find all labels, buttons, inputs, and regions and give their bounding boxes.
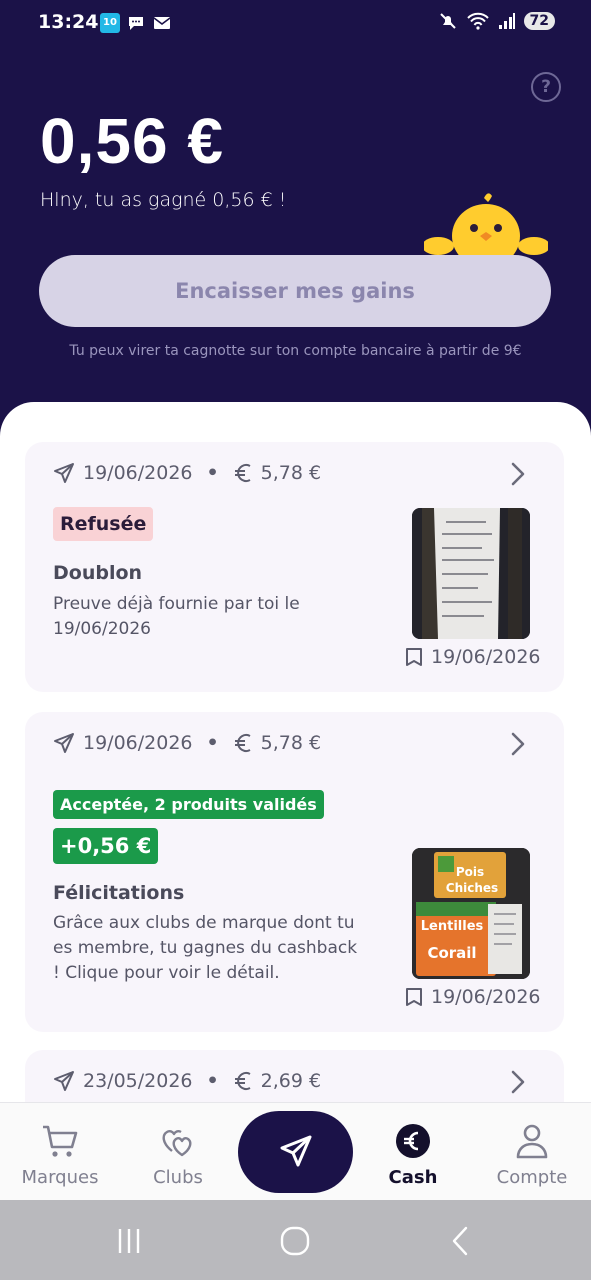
nav-label: Compte (496, 1167, 568, 1188)
wifi-icon (466, 12, 489, 30)
receipt-photo[interactable]: Pois Chiches Lentilles Corail (412, 848, 530, 979)
receipt-header: 19/06/2026 • 5,78 € (53, 732, 321, 754)
receipt-header: 19/06/2026 • 5,78 € (53, 462, 321, 484)
nav-compte[interactable]: Compte (472, 1121, 591, 1188)
receipt-title: Félicitations (53, 882, 185, 904)
receipt-date-stamp: 19/06/2026 (405, 646, 541, 668)
chevron-right-icon[interactable] (508, 460, 528, 488)
cashout-button[interactable]: Encaisser mes gains (39, 255, 551, 327)
balance-amount: 0,56 € (40, 105, 224, 177)
receipt-paper-image (412, 508, 530, 639)
send-icon (54, 1071, 74, 1091)
receipt-date: 19/06/2026 (83, 732, 193, 754)
receipt-header: 23/05/2026 • 2,69 € (53, 1070, 321, 1092)
send-icon (280, 1135, 311, 1166)
receipt-icon (406, 648, 422, 666)
receipt-card-refused[interactable]: 19/06/2026 • 5,78 € Refusée Doublon Preu… (25, 442, 564, 692)
transfer-info: Tu peux virer ta cagnotte sur ton compte… (69, 343, 522, 359)
bottom-navigation: Marques Clubs Cash Compte (0, 1102, 591, 1200)
nav-label: Clubs (153, 1167, 203, 1188)
person-icon (516, 1124, 548, 1159)
receipt-description: Grâce aux clubs de marque dont tu es mem… (53, 913, 358, 983)
svg-text:Pois: Pois (456, 865, 484, 879)
receipt-card-accepted[interactable]: 19/06/2026 • 5,78 € Acceptée, 2 produits… (25, 712, 564, 1032)
home-icon[interactable] (278, 1224, 312, 1258)
svg-text:Corail: Corail (427, 944, 476, 962)
receipt-title: Doublon (53, 562, 143, 584)
status-bar: 13:24 10 72 (0, 0, 591, 46)
nav-cash[interactable]: Cash (353, 1121, 473, 1188)
earned-message: Hlny, tu as gagné 0,56 € ! (40, 189, 287, 211)
receipt-photo[interactable] (412, 508, 530, 639)
euro-icon (234, 734, 251, 752)
chevron-right-icon[interactable] (508, 1068, 528, 1096)
receipt-date-value: 19/06/2026 (431, 646, 541, 668)
nav-clubs[interactable]: Clubs (118, 1121, 238, 1188)
receipts-list[interactable]: 19/06/2026 • 5,78 € Refusée Doublon Preu… (0, 402, 591, 1122)
cart-icon (43, 1125, 78, 1157)
product-packaging-image: Pois Chiches Lentilles Corail (412, 848, 530, 979)
receipt-amount: 2,69 € (260, 1070, 322, 1092)
receipt-amount: 5,78 € (260, 462, 322, 484)
euro-icon (234, 1072, 251, 1090)
back-icon[interactable] (444, 1224, 478, 1258)
help-icon[interactable]: ? (531, 72, 561, 102)
receipt-amount: 5,78 € (260, 732, 322, 754)
app-notification-icon: 10 (100, 13, 120, 33)
chick-mascot-icon (424, 193, 548, 260)
chevron-right-icon[interactable] (508, 730, 528, 758)
receipt-icon (406, 988, 422, 1006)
receipt-description: Preuve déjà fournie par toi le 19/06/202… (53, 594, 300, 639)
chat-icon (129, 17, 143, 30)
status-badge: Acceptée, 2 produits validés (53, 790, 324, 819)
mute-icon (439, 13, 456, 29)
svg-text:Chiches: Chiches (446, 881, 498, 895)
status-time: 13:24 (38, 11, 99, 33)
euro-icon (234, 464, 251, 482)
send-icon (54, 463, 74, 483)
nav-marques[interactable]: Marques (0, 1121, 120, 1188)
signal-icon (498, 13, 515, 29)
euro-coin-icon (396, 1124, 430, 1158)
send-receipt-button[interactable] (238, 1111, 353, 1193)
system-status: 72 (438, 11, 555, 31)
system-navigation-bar (0, 1200, 591, 1280)
nav-label: Marques (21, 1167, 99, 1188)
recent-apps-icon[interactable] (112, 1224, 146, 1258)
notification-icons: 10 (100, 13, 172, 33)
hearts-icon (162, 1129, 192, 1157)
status-badge: Refusée (53, 507, 154, 541)
nav-label: Cash (388, 1167, 438, 1188)
send-icon (54, 733, 74, 753)
receipt-date-value: 19/06/2026 (431, 986, 541, 1008)
receipt-date: 19/06/2026 (83, 462, 193, 484)
cashback-amount: +0,56 € (53, 828, 159, 864)
receipt-date: 23/05/2026 (83, 1070, 193, 1092)
mail-icon (153, 17, 171, 29)
svg-text:Lentilles: Lentilles (421, 919, 484, 934)
battery-indicator: 72 (523, 12, 555, 30)
receipt-date-stamp: 19/06/2026 (405, 986, 541, 1008)
